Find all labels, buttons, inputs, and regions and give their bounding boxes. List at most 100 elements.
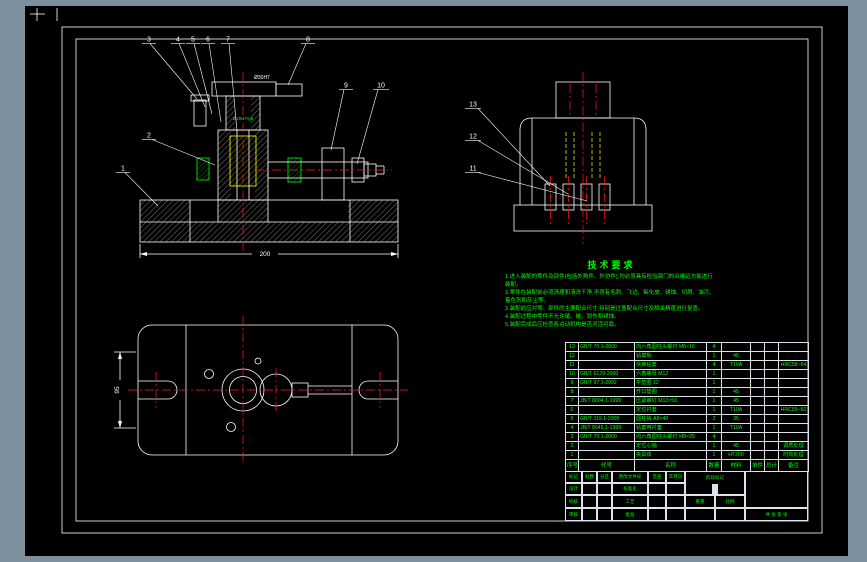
tech-req-line: 5.装配完成后应检查各运动机构是否灵活可靠。 — [505, 321, 620, 328]
bom-row: 5 GB/T 119.1-2000 圆柱销 A8×40 2 35 — [565, 414, 809, 424]
bom-row: 9 GB/T 97.1-2002 平垫圈 12 1 — [565, 378, 809, 388]
bom-cell-no: 8 — [565, 387, 579, 397]
side-balloons: 13 12 11 — [465, 102, 588, 202]
tb-changedoc-label: 更改文件号 — [612, 471, 648, 483]
bom-row: 10 GB/T 6170-2000 六角螺母 M12 1 — [565, 369, 809, 379]
bom-cell-material: T10A — [721, 423, 751, 433]
bom-row: 13 GB/T 70.1-2000 内六角圆柱头螺钉 M6×16 4 — [565, 342, 809, 352]
bom-cell-no: 6 — [565, 405, 579, 415]
tb-sign-label: 签名 — [648, 471, 666, 483]
bom-cell-total — [764, 387, 779, 397]
side-hidden-lines — [565, 132, 601, 178]
bom-cell-unit — [750, 423, 765, 433]
bom-cell-remark: 调质处理 — [778, 441, 809, 451]
bom-row: 11 快换钻套 4 T10A HRC58~64 — [565, 360, 809, 370]
bom-cell-total — [764, 342, 779, 352]
bom-cell-unit — [750, 342, 765, 352]
bom-cell-name: 圆柱销 A8×40 — [634, 414, 707, 424]
side-centerlines — [550, 72, 605, 244]
dim-height-text: 95 — [114, 386, 121, 394]
balloon-10: 10 — [356, 83, 389, 165]
bom-cell-remark: HRC55~60 — [778, 405, 809, 415]
tb-mark-label: 标记 — [565, 471, 582, 483]
bom-cell-material: HT200 — [721, 450, 751, 460]
bom-cell-name: 定位心轴 — [634, 441, 707, 451]
bom-cell-remark — [778, 396, 809, 406]
bom-cell-total — [764, 414, 779, 424]
title-block: 标记 处数 分区 更改文件号 签名 年月日 设计 标准化 校核 工艺 审核 批准… — [565, 471, 808, 521]
bom-cell-remark — [778, 378, 809, 388]
bom-cell-no: 11 — [565, 360, 579, 370]
balloon-8: 8 — [287, 37, 315, 86]
svg-text:12: 12 — [469, 134, 477, 141]
bom-cell-total — [764, 405, 779, 415]
bom-table-body: 13 GB/T 70.1-2000 内六角圆柱头螺钉 M6×16 4 12 钻模… — [565, 342, 809, 460]
drill-bushings — [544, 183, 611, 211]
bom-cell-qty: 1 — [706, 405, 722, 415]
bom-header-row: 序号 代号 名称 数量 材料 单件 总计 备注 — [565, 459, 809, 472]
bom-cell-remark: HRC58~64 — [778, 360, 809, 370]
svg-text:3: 3 — [147, 37, 151, 44]
bom-header-no: 序号 — [565, 459, 579, 472]
title-block-stage: 阶段标记 重量 比例 — [685, 471, 745, 521]
bom-cell-code — [578, 387, 635, 397]
bom-cell-material — [721, 369, 751, 379]
balloon-9: 9 — [330, 83, 353, 151]
tech-req-line: 2.零件在装配前必须清理和清洗干净,不得有毛刺、飞边、氧化皮、锈蚀、切屑、油污、… — [505, 289, 715, 304]
bom-cell-qty: 4 — [706, 432, 722, 442]
bom-cell-no: 2 — [565, 441, 579, 451]
bom-cell-remark — [778, 432, 809, 442]
tech-req-line: 1.进入装配的零件及部件(包括外购件、外协件),均必须具有检验部门的合格证方能进… — [505, 274, 713, 288]
bom-row: 6 定位衬套 1 T10A HRC55~60 — [565, 405, 809, 415]
bom-cell-unit — [750, 405, 765, 415]
bom-cell-code: GB/T 119.1-2000 — [578, 414, 635, 424]
tb-standard-label: 标准化 — [612, 483, 648, 495]
bom-row: 7 JB/T 8004.1-1999 压紧螺钉 M12×50 1 45 — [565, 396, 809, 406]
tb-sheets-label: 共 张 第 张 — [745, 508, 808, 521]
bom-cell-remark — [778, 369, 809, 379]
bom-header-name: 名称 — [634, 459, 707, 472]
fixture-base — [139, 199, 399, 243]
svg-text:8: 8 — [306, 37, 310, 44]
bom-cell-material — [721, 432, 751, 442]
bom-cell-material: T10A — [721, 360, 751, 370]
bom-header-qty: 数量 — [706, 459, 722, 472]
bom-cell-unit — [750, 441, 765, 451]
svg-text:6: 6 — [206, 37, 210, 44]
tb-check-label: 校核 — [565, 495, 582, 508]
technical-requirements: 技术要求 1.进入装配的零件及部件(包括外购件、外协件),均必须具有检验部门的合… — [505, 258, 718, 330]
bom-cell-name: 内六角圆柱头螺钉 M6×16 — [634, 342, 707, 352]
bom-cell-name: 开口垫圈 — [634, 387, 707, 397]
tech-req-line: 3.装配前应对零、部件的主要配合尺寸,特别是过盈配合尺寸及相关精度进行复查。 — [505, 305, 704, 312]
bom-cell-no: 7 — [565, 396, 579, 406]
svg-text:1: 1 — [121, 166, 125, 173]
bom-cell-no: 9 — [565, 378, 579, 388]
bom-cell-qty: 4 — [706, 342, 722, 352]
bom-cell-qty: 2 — [706, 414, 722, 424]
bom-cell-total — [764, 360, 779, 370]
bom-cell-code: GB/T 97.1-2002 — [578, 378, 635, 388]
bom-cell-no: 13 — [565, 342, 579, 352]
bom-cell-total — [764, 441, 779, 451]
bom-cell-no: 10 — [565, 369, 579, 379]
bom-cell-remark — [778, 342, 809, 352]
tb-approve-label: 批准 — [612, 508, 648, 521]
svg-text:9: 9 — [344, 83, 348, 90]
bom-cell-qty: 1 — [706, 441, 722, 451]
bom-cell-code — [578, 450, 635, 460]
plan-bores — [204, 357, 293, 432]
bom-cell-material: 35 — [721, 414, 751, 424]
bom-cell-total — [764, 423, 779, 433]
bom-header-code: 代号 — [578, 459, 635, 472]
tech-req-title: 技术要求 — [587, 260, 636, 270]
bom-row: 2 定位心轴 1 45 调质处理 — [565, 441, 809, 451]
svg-text:11: 11 — [469, 166, 476, 173]
bom-header-total: 总计 — [764, 459, 779, 472]
front-width-dimension: 200 — [139, 244, 399, 258]
bom-cell-name: 钻模板 — [634, 351, 707, 361]
svg-text:13: 13 — [469, 102, 477, 109]
bom-cell-name: 夹具体 — [634, 450, 707, 460]
bom-cell-unit — [750, 450, 765, 460]
bom-cell-total — [764, 432, 779, 442]
dim-bore-text: Ø30H7 — [254, 75, 270, 81]
